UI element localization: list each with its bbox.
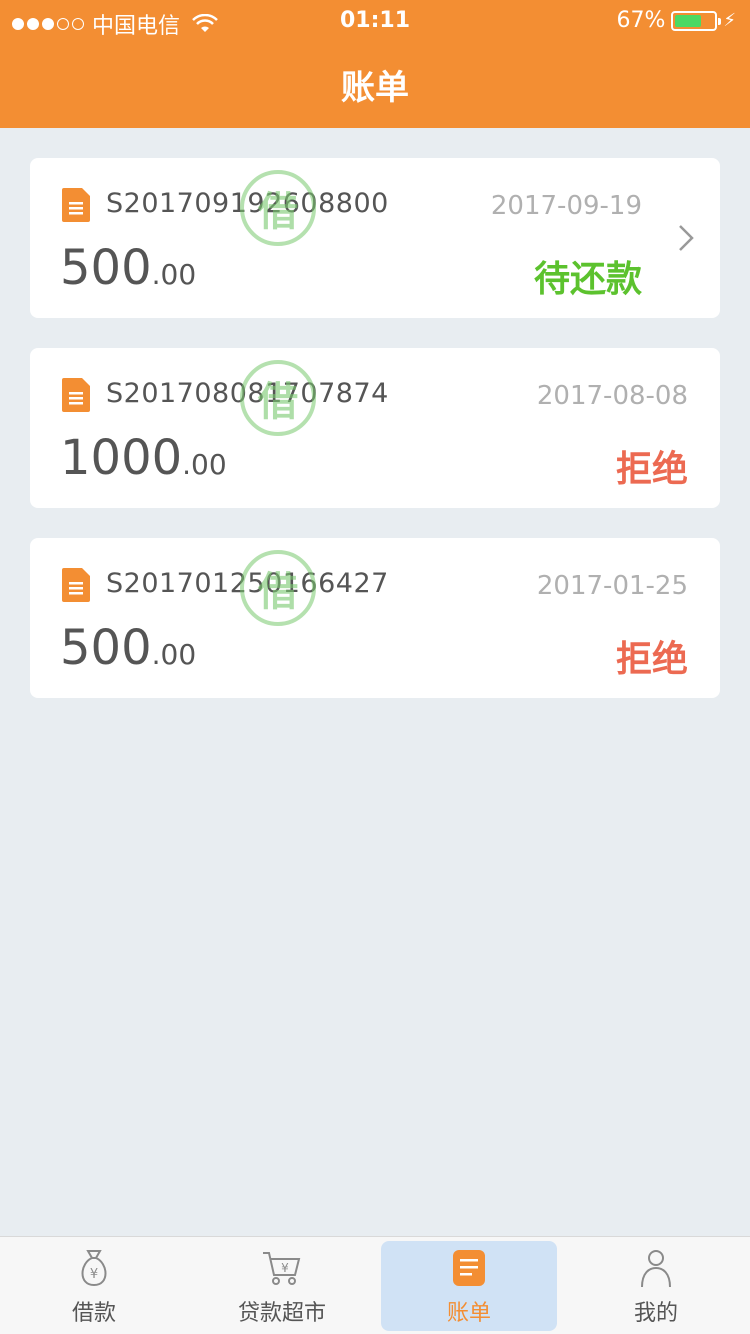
amount-decimal: .00: [182, 448, 227, 481]
bill-status: 待还款: [533, 259, 642, 300]
tab-label: 借款: [71, 1301, 116, 1326]
battery-percent: 67%: [616, 8, 666, 33]
bill-amount: 1000.00: [60, 434, 227, 482]
bill-amount: 500.00: [60, 244, 196, 292]
document-icon: [62, 378, 90, 412]
tab-bills[interactable]: 账单: [381, 1241, 557, 1331]
amount-integer: 500: [60, 240, 152, 296]
bill-date: 2017-08-08: [536, 381, 688, 411]
status-bar: 中国电信 01:11 67% ⚡: [0, 0, 750, 40]
amount-decimal: .00: [151, 258, 197, 291]
svg-text:¥: ¥: [90, 1267, 98, 1282]
bill-status: 拒绝: [615, 639, 688, 680]
tab-loan[interactable]: ¥ 借款: [6, 1241, 182, 1331]
document-icon: [62, 188, 90, 222]
page-title: 账单: [341, 68, 409, 108]
loan-stamp: 借: [240, 170, 316, 246]
bill-card[interactable]: S201709192608800 借 2017-09-19 500.00 待还款: [30, 158, 720, 318]
chevron-right-icon[interactable]: [678, 224, 694, 252]
battery-icon: [671, 10, 722, 31]
loan-stamp: 借: [240, 360, 316, 436]
app-header: 中国电信 01:11 67% ⚡ 账单: [0, 0, 750, 128]
tab-mine[interactable]: 我的: [568, 1241, 744, 1331]
cart-icon: ¥: [263, 1252, 301, 1285]
status-right: 67% ⚡: [616, 8, 736, 33]
bill-card[interactable]: S201708081707874 借 2017-08-08 1000.00 拒绝: [30, 348, 720, 508]
loan-stamp: 借: [240, 550, 316, 626]
document-icon: [62, 568, 90, 602]
bill-card[interactable]: S201701250166427 借 2017-01-25 500.00 拒绝: [30, 538, 720, 698]
tab-loan-market[interactable]: ¥ 贷款超市: [194, 1241, 370, 1331]
battery-fill: [675, 14, 701, 27]
charging-icon: ⚡: [723, 10, 736, 31]
bill-status: 拒绝: [615, 449, 688, 490]
amount-integer: 500: [60, 620, 152, 676]
bill-amount: 500.00: [60, 624, 196, 672]
tab-label: 账单: [446, 1301, 491, 1326]
bill-date: 2017-01-25: [536, 571, 688, 601]
person-icon: [641, 1250, 671, 1288]
bottom-tab-bar: ¥ 借款 ¥ 贷款超市 账单 我的: [0, 1236, 750, 1334]
money-bag-icon: ¥: [81, 1250, 107, 1287]
bill-icon: [453, 1250, 485, 1286]
tab-label: 我的: [633, 1301, 678, 1326]
svg-text:¥: ¥: [281, 1261, 289, 1275]
bill-date: 2017-09-19: [490, 191, 642, 221]
amount-integer: 1000: [60, 430, 183, 486]
tab-label: 贷款超市: [237, 1301, 326, 1326]
amount-decimal: .00: [151, 638, 197, 671]
